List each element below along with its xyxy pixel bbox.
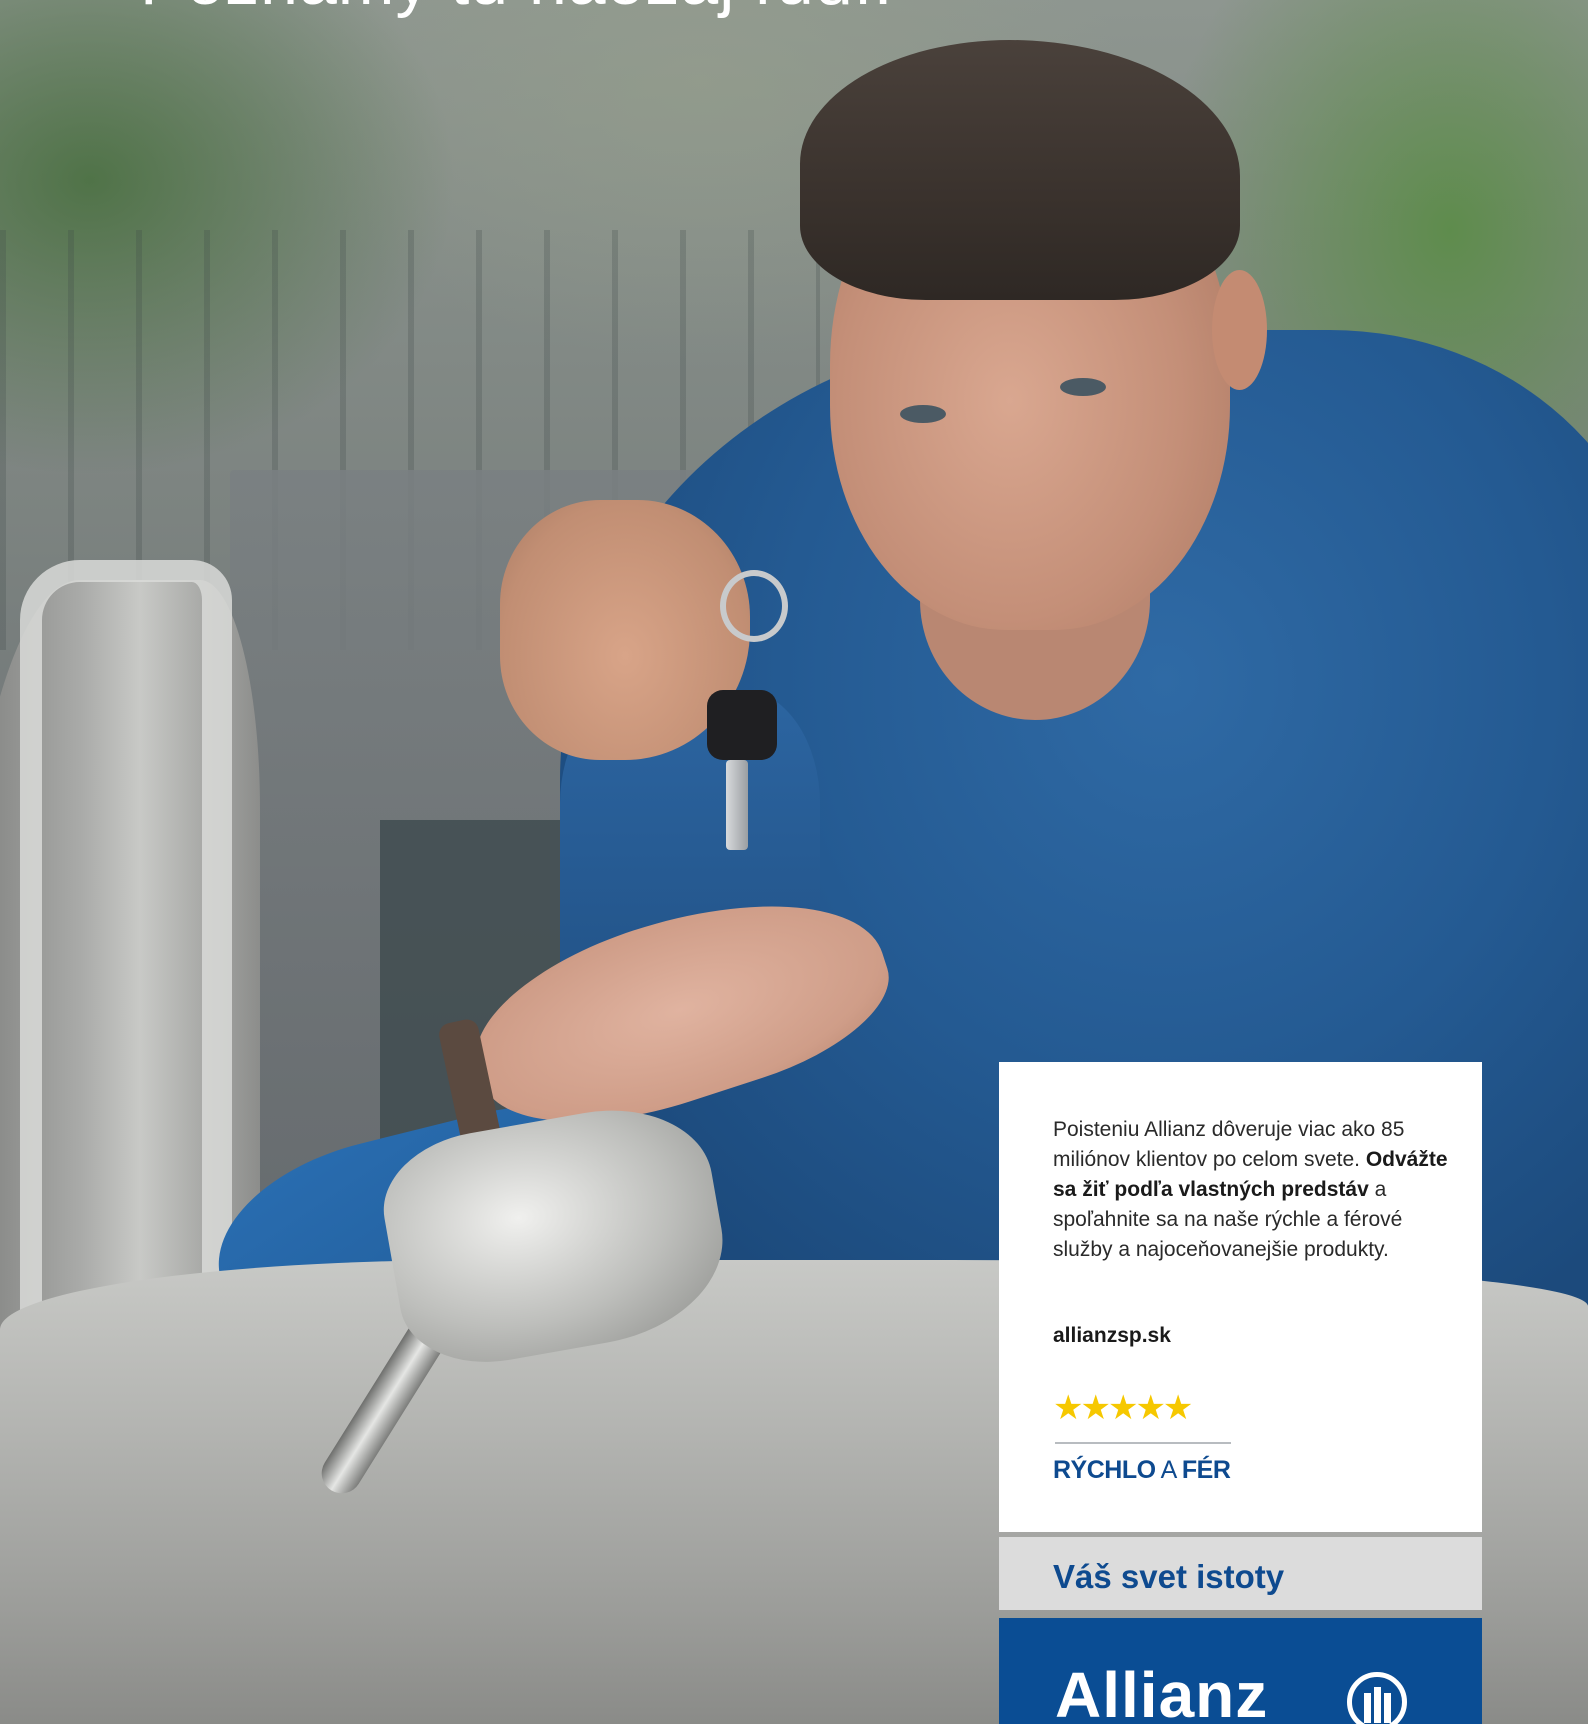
allianz-logo-text: Allianz (1055, 1659, 1269, 1724)
five-star-rating-icon: ★★★★★ (1053, 1389, 1193, 1427)
man-ear (1212, 270, 1267, 390)
tagline-part2: A (1160, 1456, 1176, 1484)
man-eye-left (900, 405, 946, 423)
rating-divider (1055, 1442, 1231, 1444)
body-intro: Poisteniu Allianz dôveruje viac ako 85 m… (1053, 1118, 1405, 1171)
tagline-part1: RÝCHLO (1053, 1456, 1156, 1484)
website-link[interactable]: allianzsp.sk (1053, 1324, 1171, 1348)
key-blade (726, 760, 748, 850)
allianz-info-card: Poisteniu Allianz dôveruje viac ako 85 m… (999, 1062, 1482, 1724)
man-eye-right (1060, 378, 1106, 396)
tagline-part3: FÉR (1181, 1456, 1231, 1484)
ad-headline: Poznámy tu naozaj ľudí. (140, 0, 893, 20)
ad-page: Poznámy tu naozaj ľudí. Poisteniu Allian… (0, 0, 1588, 1724)
card-body-text: Poisteniu Allianz dôveruje viac ako 85 m… (1053, 1115, 1453, 1265)
slogan-text: Váš svet istoty (1053, 1558, 1285, 1595)
allianz-eagle-logo-icon (1347, 1672, 1407, 1724)
car-key-icon (707, 690, 777, 760)
key-ring-icon (720, 570, 788, 642)
rating-tagline: RÝCHLO A FÉR (1053, 1456, 1231, 1485)
